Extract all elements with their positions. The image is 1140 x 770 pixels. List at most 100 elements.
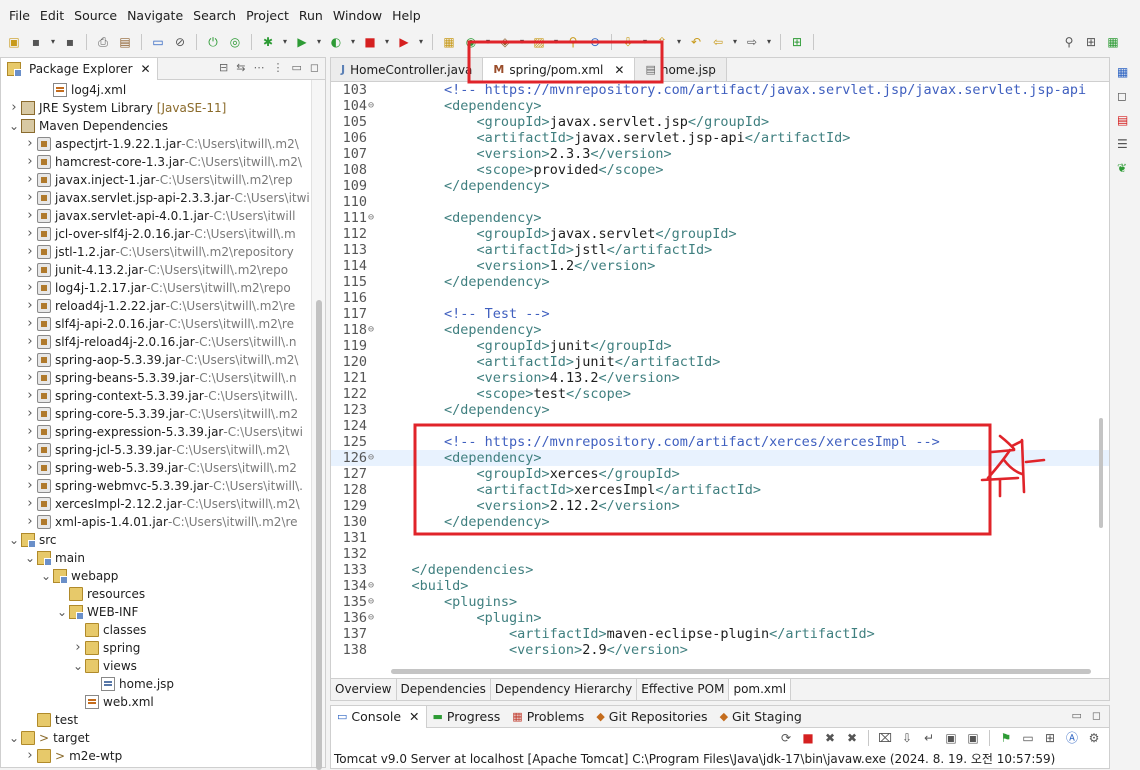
refresh-icon[interactable]: ◎ bbox=[226, 33, 244, 51]
tree-item[interactable]: › jcl-over-slf4j-2.0.16.jar - C:\Users\it… bbox=[23, 225, 296, 243]
editor-tab-homecontroller-java[interactable]: J HomeController.java bbox=[331, 58, 484, 81]
console-tab-console[interactable]: ▭ Console ✕ bbox=[331, 705, 427, 728]
task-list-icon[interactable]: ▤ bbox=[1117, 111, 1135, 129]
display-console-icon[interactable]: ▭ bbox=[1019, 729, 1037, 747]
tree-item[interactable]: ⌄ src bbox=[7, 531, 57, 549]
collapsed-chevron-icon[interactable]: › bbox=[23, 369, 37, 387]
tree-item[interactable]: › > m2e-wtp bbox=[23, 747, 122, 765]
server-icon[interactable]: ▦ bbox=[440, 33, 458, 51]
close-icon[interactable]: ✕ bbox=[409, 709, 419, 724]
debug-icon[interactable]: ✱ bbox=[259, 33, 277, 51]
tree-item[interactable]: › javax.servlet-api-4.0.1.jar - C:\Users\… bbox=[23, 207, 295, 225]
last-edit-icon[interactable]: ↶ bbox=[687, 33, 705, 51]
tree-item[interactable]: › spring bbox=[71, 639, 140, 657]
relaunch-icon[interactable]: ⟳ bbox=[777, 729, 795, 747]
clear-console-icon[interactable]: ⌧ bbox=[876, 729, 894, 747]
collapsed-chevron-icon[interactable]: › bbox=[23, 405, 37, 423]
collapsed-chevron-icon[interactable]: › bbox=[7, 99, 21, 117]
dropdown-arrow-icon[interactable]: ▾ bbox=[417, 33, 425, 51]
tree-item[interactable]: › jstl-1.2.jar - C:\Users\itwill\.m2\repo… bbox=[23, 243, 294, 261]
tree-item[interactable]: test bbox=[23, 711, 78, 729]
dropdown-arrow-icon[interactable]: ▾ bbox=[49, 33, 57, 51]
console-tab-git-staging[interactable]: ◆ Git Staging bbox=[714, 706, 808, 728]
pom-page-tab-pom-xml[interactable]: pom.xml bbox=[729, 679, 792, 700]
terminal-icon[interactable]: ▭ bbox=[149, 33, 167, 51]
remove-all-icon[interactable]: ✖ bbox=[843, 729, 861, 747]
tree-item[interactable]: ⌄ main bbox=[23, 549, 85, 567]
collapsed-chevron-icon[interactable]: › bbox=[23, 279, 37, 297]
collapsed-chevron-icon[interactable]: › bbox=[23, 747, 37, 765]
collapsed-chevron-icon[interactable]: › bbox=[23, 243, 37, 261]
remove-launch-icon[interactable]: ✖ bbox=[821, 729, 839, 747]
fold-toggle-icon[interactable]: ⊖ bbox=[368, 322, 378, 338]
menu-edit[interactable]: Edit bbox=[35, 8, 69, 23]
maximize-icon[interactable]: ◻ bbox=[1092, 709, 1101, 722]
collapsed-chevron-icon[interactable]: › bbox=[23, 333, 37, 351]
menu-search[interactable]: Search bbox=[188, 8, 241, 23]
tree-item[interactable]: classes bbox=[71, 621, 146, 639]
open-type-icon[interactable]: ▨ bbox=[530, 33, 548, 51]
view-menu-icon[interactable]: ⋮ bbox=[272, 61, 283, 74]
prev-annotation-icon[interactable]: ⇧ bbox=[653, 33, 671, 51]
collapsed-chevron-icon[interactable]: › bbox=[23, 441, 37, 459]
menu-source[interactable]: Source bbox=[69, 8, 122, 23]
collapsed-chevron-icon[interactable]: › bbox=[23, 423, 37, 441]
show-on-error-icon[interactable]: ▣ bbox=[964, 729, 982, 747]
new-icon[interactable]: ▣ bbox=[5, 33, 23, 51]
dropdown-arrow-icon[interactable]: ▾ bbox=[518, 33, 526, 51]
dropdown-arrow-icon[interactable]: ▾ bbox=[641, 33, 649, 51]
editor-scroll-thumb[interactable] bbox=[1099, 418, 1103, 528]
console-settings-icon[interactable]: Ⓐ bbox=[1063, 729, 1081, 747]
tree-item[interactable]: › spring-web-5.3.39.jar - C:\Users\itwill… bbox=[23, 459, 297, 477]
tree-item[interactable]: ⌄ webapp bbox=[39, 567, 118, 585]
expanded-chevron-icon[interactable]: ⌄ bbox=[7, 732, 21, 744]
collapsed-chevron-icon[interactable]: › bbox=[23, 171, 37, 189]
forward-icon[interactable]: ⇨ bbox=[743, 33, 761, 51]
collapsed-chevron-icon[interactable]: › bbox=[23, 477, 37, 495]
collapsed-chevron-icon[interactable]: › bbox=[23, 459, 37, 477]
tree-item[interactable]: › spring-context-5.3.39.jar - C:\Users\it… bbox=[23, 387, 298, 405]
collapsed-chevron-icon[interactable]: › bbox=[23, 387, 37, 405]
dropdown-arrow-icon[interactable]: ▾ bbox=[731, 33, 739, 51]
menu-run[interactable]: Run bbox=[294, 8, 328, 23]
spring-icon[interactable]: ❦ bbox=[1117, 159, 1135, 177]
dropdown-arrow-icon[interactable]: ▾ bbox=[765, 33, 773, 51]
link-with-editor-icon[interactable]: ⇆ bbox=[236, 61, 245, 74]
scroll-lock-icon[interactable]: ⇩ bbox=[898, 729, 916, 747]
tree-item[interactable]: ⌄ WEB-INF bbox=[55, 603, 138, 621]
tree-item[interactable]: › spring-jcl-5.3.39.jar - C:\Users\itwill… bbox=[23, 441, 289, 459]
back-icon[interactable]: ⇦ bbox=[709, 33, 727, 51]
tree-item[interactable]: ⌄ views bbox=[71, 657, 137, 675]
search-icon[interactable]: ⚲ bbox=[564, 33, 582, 51]
tree-item[interactable]: › reload4j-1.2.22.jar - C:\Users\itwill\.… bbox=[23, 297, 295, 315]
editor-hscrollbar[interactable] bbox=[379, 664, 1091, 678]
tree-item[interactable]: › javax.servlet.jsp-api-2.3.3.jar - C:\Us… bbox=[23, 189, 310, 207]
expanded-chevron-icon[interactable]: ⌄ bbox=[7, 534, 21, 546]
collapsed-chevron-icon[interactable]: › bbox=[23, 207, 37, 225]
save-all-icon[interactable]: ▪ bbox=[61, 33, 79, 51]
collapsed-chevron-icon[interactable]: › bbox=[23, 315, 37, 333]
tree-item[interactable]: ⌄ > target bbox=[7, 729, 90, 747]
dropdown-arrow-icon[interactable]: ▾ bbox=[675, 33, 683, 51]
code-text[interactable]: 103 <!-- https://mvnrepository.com/artif… bbox=[331, 82, 1109, 660]
fold-toggle-icon[interactable]: ⊖ bbox=[368, 210, 378, 226]
external-tools-icon[interactable]: ▶ bbox=[395, 33, 413, 51]
show-on-output-icon[interactable]: ▣ bbox=[942, 729, 960, 747]
expanded-chevron-icon[interactable]: ⌄ bbox=[55, 606, 69, 618]
build-icon[interactable]: ◈ bbox=[496, 33, 514, 51]
editor-tab-home-jsp[interactable]: ▤ home.jsp bbox=[635, 58, 727, 81]
minimize-icon[interactable]: ▭ bbox=[1071, 709, 1081, 722]
filters-icon[interactable]: ⋯ bbox=[253, 61, 264, 74]
menu-navigate[interactable]: Navigate bbox=[122, 8, 188, 23]
save-icon[interactable]: ▪ bbox=[27, 33, 45, 51]
outline-icon[interactable]: ☰ bbox=[1117, 135, 1135, 153]
deploy-icon[interactable]: ◉ bbox=[462, 33, 480, 51]
explorer-scroll-thumb[interactable] bbox=[316, 300, 322, 770]
collapsed-chevron-icon[interactable]: › bbox=[23, 495, 37, 513]
tree-item[interactable]: › log4j-1.2.17.jar - C:\Users\itwill\.m2\… bbox=[23, 279, 291, 297]
perspective-icon[interactable]: ▦ bbox=[1117, 63, 1135, 81]
tree-item[interactable]: log4j.xml bbox=[39, 81, 126, 99]
console-tab-git-repositories[interactable]: ◆ Git Repositories bbox=[590, 706, 713, 728]
menu-help[interactable]: Help bbox=[387, 8, 426, 23]
terminate-icon[interactable]: ■ bbox=[799, 729, 817, 747]
